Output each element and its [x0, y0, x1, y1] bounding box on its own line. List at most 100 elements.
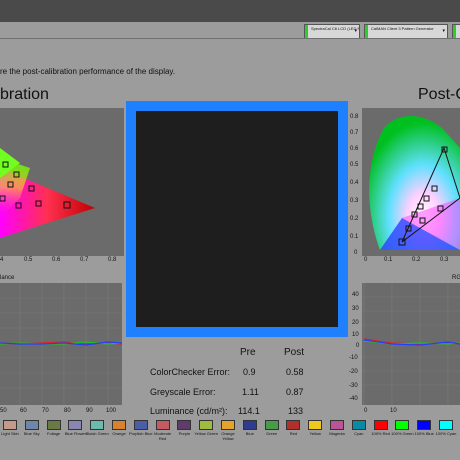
pre-calibration-heading: bration — [0, 86, 49, 103]
pattern-preview — [136, 111, 338, 327]
swatch-chip[interactable] — [112, 420, 126, 430]
pre-cie-x-tick: 0.6 — [52, 257, 61, 263]
post-cie-y-tick: 0.1 — [350, 234, 359, 240]
swatch-chip[interactable] — [308, 420, 323, 430]
pre-cie-x-tick: 0.8 — [108, 257, 117, 263]
swatch-chip[interactable] — [155, 420, 170, 430]
swatch-chip[interactable] — [3, 420, 17, 430]
pre-balance-x-tick: 90 — [86, 408, 93, 414]
greyscale-error-post: 0.87 — [286, 387, 304, 397]
swatch-label: Foliage — [47, 431, 61, 436]
swatch-chip[interactable] — [439, 420, 453, 430]
post-balance-y-tick: 30 — [352, 306, 359, 312]
swatch-chip[interactable] — [330, 420, 344, 430]
swatch-label: 100% Red — [371, 431, 390, 436]
pre-cie-chart — [0, 108, 124, 256]
post-cie-y-tick: 0.8 — [350, 114, 359, 120]
pre-rgb-balance-chart — [0, 283, 122, 405]
swatch-label: Moderate Red — [154, 431, 172, 441]
luminance-pre: 114.1 — [238, 406, 260, 416]
swatch-chip[interactable] — [199, 420, 214, 430]
post-cie-x-tick: 0.1 — [384, 257, 393, 263]
swatch-chip[interactable] — [242, 420, 257, 430]
post-cie-chart — [362, 108, 460, 256]
chevron-down-icon: ▾ — [354, 28, 357, 34]
swatch-label: Red — [289, 431, 298, 436]
colorchecker-error-label: ColorChecker Error: — [150, 367, 231, 377]
active-indicator — [365, 25, 368, 38]
swatch-chip[interactable] — [133, 420, 148, 430]
colorchecker-error-post: 0.58 — [286, 367, 304, 377]
extra-select[interactable] — [452, 24, 460, 39]
post-cie-y-tick: 0.4 — [350, 180, 359, 186]
post-balance-y-tick: -20 — [349, 369, 358, 375]
post-balance-y-tick: 10 — [352, 332, 359, 338]
swatch-label: Blue — [245, 431, 254, 436]
post-balance-label: RG — [452, 275, 460, 281]
pre-balance-x-tick: 60 — [20, 408, 27, 414]
swatch-chip[interactable] — [221, 420, 235, 430]
pre-cie-x-tick: 0.7 — [80, 257, 89, 263]
pattern-preview-frame — [126, 101, 348, 337]
pre-balance-label: lance — [0, 275, 15, 281]
luminance-label: Luminance (cd/m²): — [150, 406, 228, 416]
meter-select-value: SpectraCal C6 LCD (LED RGB) — [311, 26, 359, 31]
pre-balance-plot — [0, 283, 122, 405]
swatch-chip[interactable] — [395, 420, 410, 430]
post-calibration-heading: Post-C — [418, 86, 460, 103]
post-cie-y-tick: 0.6 — [350, 146, 359, 152]
swatch-label: Green — [266, 431, 278, 436]
generator-select[interactable]: CalMAN Client 3 Pattern Generator ▾ — [364, 24, 448, 39]
swatch-chip[interactable] — [286, 420, 301, 430]
post-cie-y-tick: 0.2 — [350, 216, 359, 222]
post-balance-plot — [362, 283, 460, 405]
swatch-chip[interactable] — [351, 420, 366, 430]
post-cie-x-tick: 0.2 — [412, 257, 421, 263]
pre-balance-x-tick: 80 — [64, 408, 71, 414]
stats-header-post: Post — [284, 347, 305, 358]
swatch-chip[interactable] — [264, 420, 279, 430]
greyscale-error-pre: 1.11 — [242, 387, 259, 397]
swatch-chip[interactable] — [373, 420, 388, 430]
post-balance-y-tick: 20 — [352, 320, 359, 326]
swatch-chip[interactable] — [24, 420, 39, 430]
post-balance-y-tick: -30 — [349, 383, 358, 389]
swatch-label: Blue Sky — [23, 431, 40, 436]
post-cie-x-tick: 0.3 — [440, 257, 449, 263]
post-balance-y-tick: -10 — [349, 355, 358, 361]
pre-balance-x-tick: 50 — [0, 408, 7, 414]
swatch-label: Orange Yellow — [221, 431, 235, 441]
swatch-label: 100% Blue — [414, 431, 434, 436]
post-cie-x-tick: 0 — [364, 257, 368, 263]
colorchecker-error-pre: 0.9 — [243, 367, 256, 377]
swatch-label: Bluish Green — [85, 431, 109, 436]
swatch-chip[interactable] — [68, 420, 83, 430]
intro-text: re the post-calibration performance of t… — [0, 67, 176, 76]
post-rgb-balance-chart — [362, 283, 460, 405]
swatch-label: Orange — [112, 431, 126, 436]
active-indicator — [305, 25, 308, 38]
swatch-label: Purple — [178, 431, 191, 436]
swatch-label: Blue Flower — [64, 431, 86, 436]
luminance-post: 133 — [288, 406, 304, 416]
meter-select[interactable]: SpectraCal C6 LCD (LED RGB) ▾ — [304, 24, 360, 39]
post-cie-y-tick: 0.7 — [350, 130, 359, 136]
divider — [0, 38, 460, 39]
post-balance-y-tick: -40 — [349, 396, 358, 402]
pre-cie-x-tick: 0.5 — [24, 257, 33, 263]
swatch-chip[interactable] — [46, 420, 61, 430]
swatch-chip[interactable] — [417, 420, 432, 430]
pre-cie-plot — [0, 148, 95, 238]
swatch-chip[interactable] — [177, 420, 192, 430]
swatch-label: Magenta — [329, 431, 345, 436]
post-cie-y-tick: 0.3 — [350, 198, 359, 204]
post-balance-y-tick: 40 — [352, 292, 359, 298]
swatch-chip[interactable] — [90, 420, 105, 430]
post-cie-y-tick: 0.5 — [350, 162, 359, 168]
generator-select-value: CalMAN Client 3 Pattern Generator — [371, 26, 434, 31]
swatch-label: 100% Green — [391, 431, 414, 436]
swatch-label: Yellow — [309, 431, 321, 436]
pre-balance-x-tick: 100 — [106, 408, 117, 414]
post-balance-x-tick: 10 — [390, 408, 397, 414]
swatch-label: Yellow Green — [194, 431, 219, 436]
